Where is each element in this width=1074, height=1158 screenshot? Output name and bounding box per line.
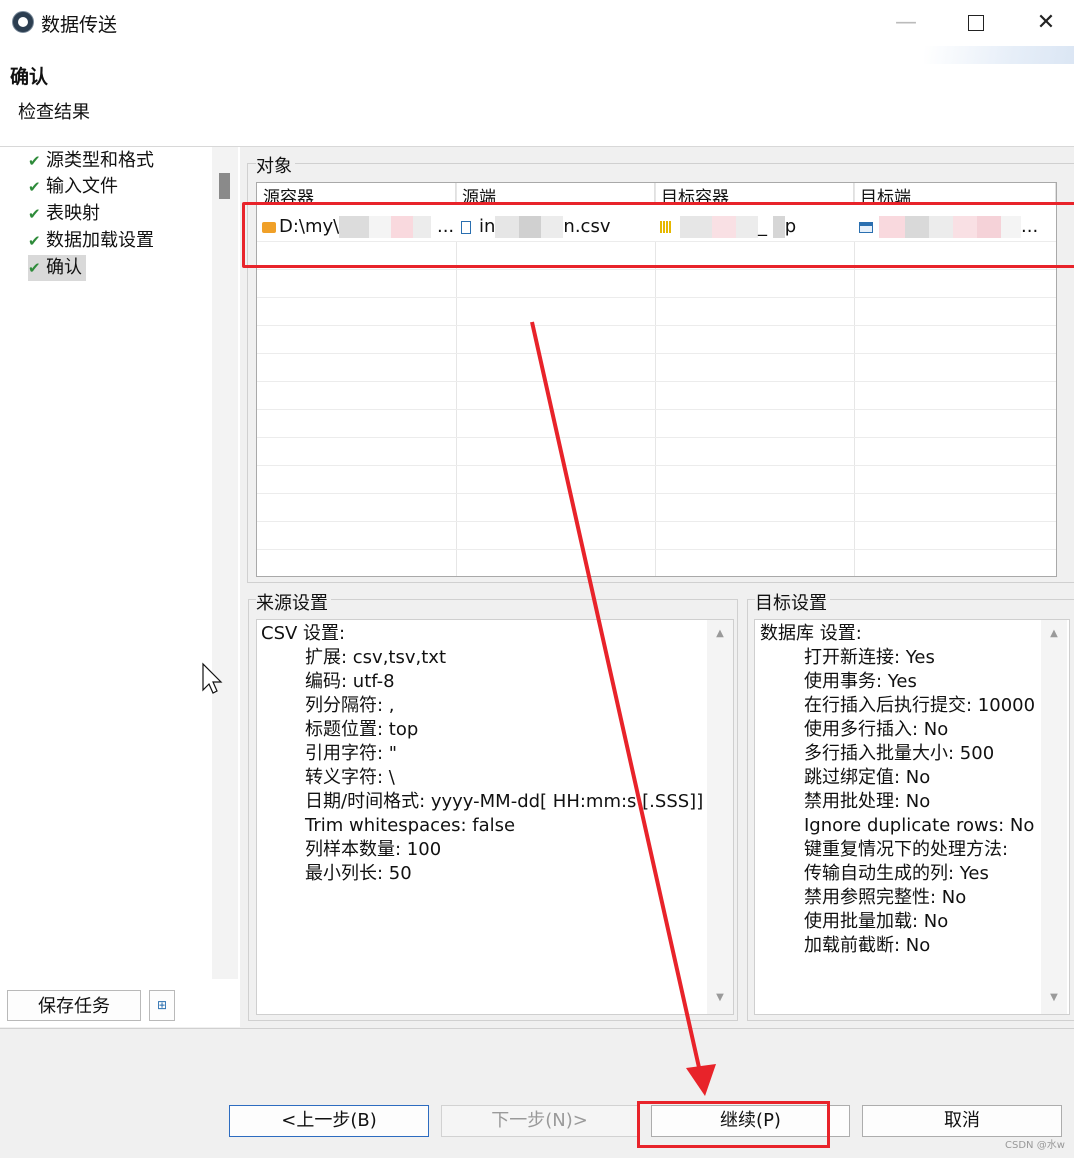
step-item-load-settings[interactable]: ✔ 数据加载设置 xyxy=(28,228,158,254)
source-setting-line: 标题位置: top xyxy=(305,719,419,740)
check-icon: ✔ xyxy=(28,152,41,170)
minimize-button[interactable]: — xyxy=(883,6,929,40)
wizard-steps-sidebar: ✔ 源类型和格式 ✔ 输入文件 ✔ 表映射 ✔ 数据加载设置 ✔ 确认 保存任务 ⊞ xyxy=(0,147,240,1027)
source-setting-line: 引用字符: " xyxy=(305,743,398,764)
source-settings-label: 来源设置 xyxy=(256,589,331,615)
target-setting-line: 禁用参照完整性: No xyxy=(804,887,967,908)
step-label: 输入文件 xyxy=(46,176,118,197)
sidebar-scrollbar[interactable] xyxy=(212,147,238,979)
target-setting-line: 加载前截断: No xyxy=(804,935,931,956)
target-settings-heading: 数据库 设置: xyxy=(760,623,862,644)
check-icon: ✔ xyxy=(28,205,41,223)
annotation-highlight-continue xyxy=(637,1101,830,1148)
step-label: 确认 xyxy=(46,257,82,278)
source-setting-line: 日期/时间格式: yyyy-MM-dd[ HH:mm:s [.SSS]] xyxy=(305,791,704,812)
step-label: 源类型和格式 xyxy=(46,150,154,171)
target-setting-line: 禁用批处理: No xyxy=(804,791,931,812)
wizard-header: 确认 检查结果 xyxy=(0,46,1074,147)
check-icon: ✔ xyxy=(28,232,41,250)
watermark: CSDN @水w xyxy=(1005,1140,1065,1151)
target-setting-line: 传输自动生成的列: Yes xyxy=(804,863,989,884)
source-setting-line: 列分隔符: , xyxy=(305,695,395,716)
target-settings-scrollbar[interactable] xyxy=(1041,620,1067,1014)
save-task-config-icon[interactable]: ⊞ xyxy=(149,990,175,1021)
scroll-down-icon[interactable]: ▼ xyxy=(707,992,733,1003)
objects-section-label: 对象 xyxy=(256,152,295,178)
target-setting-line: 跳过绑定值: No xyxy=(804,767,931,788)
source-settings-scrollbar[interactable] xyxy=(707,620,733,1014)
source-setting-line: 列样本数量: 100 xyxy=(305,839,442,860)
source-setting-line: 编码: utf-8 xyxy=(305,671,395,692)
step-item-confirm[interactable]: ✔ 确认 xyxy=(28,255,86,281)
target-settings-text: 数据库 设置: 打开新连接: Yes 使用事务: Yes 在行插入后执行提交: … xyxy=(754,619,1070,1015)
page-title: 确认 xyxy=(10,66,49,88)
header-decoration xyxy=(924,46,1074,64)
maximize-button[interactable] xyxy=(953,6,999,40)
scroll-down-icon[interactable]: ▼ xyxy=(1041,992,1067,1003)
scroll-up-icon[interactable]: ▲ xyxy=(707,628,733,639)
step-item-table-mapping[interactable]: ✔ 表映射 xyxy=(28,201,104,227)
step-item-source-type[interactable]: ✔ 源类型和格式 xyxy=(28,148,158,174)
target-setting-line: 使用多行插入: No xyxy=(804,719,949,740)
scroll-up-icon[interactable]: ▲ xyxy=(1041,628,1067,639)
target-setting-line: 使用批量加载: No xyxy=(804,911,949,932)
annotation-highlight-row xyxy=(242,202,1074,268)
step-label: 表映射 xyxy=(46,203,100,224)
window-title: 数据传送 xyxy=(41,14,118,36)
back-button[interactable]: <上一步(B) xyxy=(229,1105,429,1137)
close-button[interactable]: ✕ xyxy=(1023,6,1069,40)
next-button[interactable]: 下一步(N)> xyxy=(441,1105,638,1137)
target-settings-label: 目标设置 xyxy=(755,589,830,615)
source-setting-line: 最小列长: 50 xyxy=(305,863,412,884)
target-setting-line: 使用事务: Yes xyxy=(804,671,917,692)
title-bar: 数据传送 — ✕ xyxy=(0,0,1074,46)
page-subtitle: 检查结果 xyxy=(18,102,90,123)
target-setting-line: 打开新连接: Yes xyxy=(804,647,935,668)
step-label: 数据加载设置 xyxy=(46,230,154,251)
target-setting-line: Ignore duplicate rows: No xyxy=(804,815,1035,836)
target-setting-line: 多行插入批量大小: 500 xyxy=(804,743,995,764)
target-setting-line: 在行插入后执行提交: 10000 xyxy=(804,695,1036,716)
source-setting-line: 转义字符: \ xyxy=(305,767,395,788)
check-icon: ✔ xyxy=(28,178,41,196)
source-settings-heading: CSV 设置: xyxy=(261,623,346,644)
app-logo-icon xyxy=(12,11,34,33)
maximize-icon xyxy=(968,15,984,31)
check-icon: ✔ xyxy=(28,259,41,277)
sidebar-scroll-thumb[interactable] xyxy=(219,173,230,199)
source-settings-text: CSV 设置: 扩展: csv,tsv,txt 编码: utf-8 列分隔符: … xyxy=(256,619,734,1015)
source-setting-line: Trim whitespaces: false xyxy=(305,815,516,836)
source-setting-line: 扩展: csv,tsv,txt xyxy=(305,647,447,668)
save-task-button[interactable]: 保存任务 xyxy=(7,990,141,1021)
wizard-button-bar xyxy=(0,1028,1074,1158)
cancel-button[interactable]: 取消 xyxy=(862,1105,1062,1137)
target-setting-line: 键重复情况下的处理方法: xyxy=(804,839,1009,860)
step-item-input-files[interactable]: ✔ 输入文件 xyxy=(28,174,122,200)
